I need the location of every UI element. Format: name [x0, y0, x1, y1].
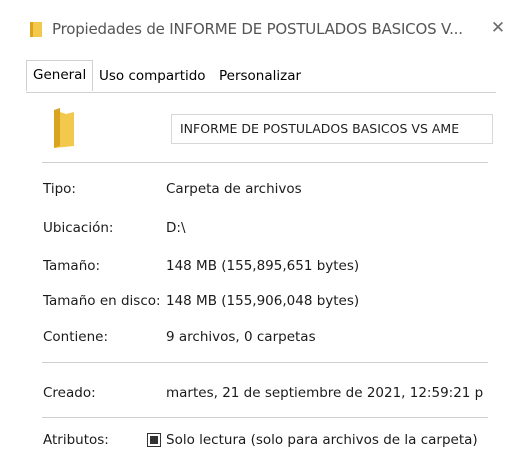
atributos-label: Atributos: — [43, 432, 109, 448]
creado-label: Creado: — [43, 385, 96, 401]
folder-icon — [30, 22, 42, 37]
creado-value: martes, 21 de septiembre de 2021, 12:59:… — [166, 385, 484, 401]
divider — [42, 417, 488, 418]
ubicacion-label: Ubicación: — [43, 220, 114, 236]
readonly-checkbox[interactable] — [147, 433, 161, 447]
tab-general[interactable]: General — [26, 60, 94, 91]
tipo-value: Carpeta de archivos — [166, 181, 302, 197]
ubicacion-value: D:\ — [166, 220, 186, 236]
contiene-value: 9 archivos, 0 carpetas — [166, 329, 316, 345]
close-button[interactable]: ✕ — [486, 15, 510, 41]
tamano-disco-label: Tamaño en disco: — [43, 293, 161, 309]
tab-personalizar[interactable]: Personalizar — [219, 62, 301, 90]
tipo-label: Tipo: — [43, 181, 76, 197]
divider — [42, 362, 488, 363]
tab-uso-compartido[interactable]: Uso compartido — [99, 62, 206, 90]
folder-icon — [54, 108, 74, 148]
folder-name-field[interactable]: INFORME DE POSTULADOS BASICOS VS AME — [171, 114, 493, 144]
contiene-label: Contiene: — [43, 329, 109, 345]
divider — [42, 162, 488, 163]
tamano-label: Tamaño: — [43, 258, 101, 274]
tamano-disco-value: 148 MB (155,906,048 bytes) — [166, 293, 360, 309]
title-bar: Propiedades de INFORME DE POSTULADOS BAS… — [0, 0, 519, 52]
readonly-checkbox-label[interactable]: Solo lectura (solo para archivos de la c… — [166, 430, 478, 450]
tamano-value: 148 MB (155,895,651 bytes) — [166, 258, 360, 274]
window-title: Propiedades de INFORME DE POSTULADOS BAS… — [52, 20, 463, 38]
tab-divider — [26, 92, 496, 93]
